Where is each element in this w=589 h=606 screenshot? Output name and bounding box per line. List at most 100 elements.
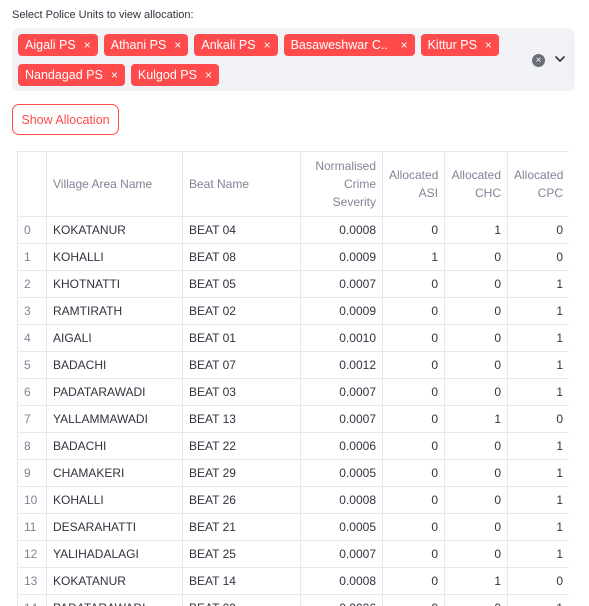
crime-severity-header[interactable]: Normalised Crime Severity bbox=[300, 151, 383, 217]
chc-cell: 0 bbox=[444, 324, 508, 352]
table-row[interactable]: 5 BADACHI BEAT 07 0.0012 0 0 1 bbox=[17, 351, 569, 379]
beat-name-cell: BEAT 07 bbox=[182, 351, 301, 379]
show-allocation-button[interactable]: Show Allocation bbox=[12, 104, 119, 135]
chc-cell: 0 bbox=[444, 243, 508, 271]
crime-severity-cell: 0.0007 bbox=[300, 378, 383, 406]
tag-label: Basaweshwar C... bbox=[290, 38, 387, 52]
village-area-cell: KOHALLI bbox=[46, 243, 183, 271]
tag-nandagad-ps[interactable]: Nandagad PS × bbox=[18, 64, 125, 86]
beat-name-cell: BEAT 05 bbox=[182, 270, 301, 298]
remove-tag-icon[interactable]: × bbox=[205, 69, 212, 81]
table-row[interactable]: 11 DESARAHATTI BEAT 21 0.0005 0 0 1 bbox=[17, 513, 569, 541]
remove-tag-icon[interactable]: × bbox=[111, 69, 118, 81]
remove-tag-icon[interactable]: × bbox=[174, 39, 181, 51]
beat-name-cell: BEAT 13 bbox=[182, 405, 301, 433]
asi-cell: 0 bbox=[382, 486, 445, 514]
clear-all-icon[interactable]: × bbox=[532, 54, 545, 67]
remove-tag-icon[interactable]: × bbox=[401, 39, 408, 51]
cpc-cell: 1 bbox=[507, 297, 569, 325]
chc-cell: 0 bbox=[444, 594, 508, 606]
table-row[interactable]: 14PADATARAWADIBEAT 090.0006001 bbox=[17, 594, 569, 606]
table-row[interactable]: 8 BADACHI BEAT 22 0.0006 0 0 1 bbox=[17, 432, 569, 460]
allocated-chc-header[interactable]: Allocated CHC bbox=[444, 151, 508, 217]
row-index: 12 bbox=[17, 540, 47, 568]
table-row[interactable]: 0 KOKATANUR BEAT 04 0.0008 0 1 0 bbox=[17, 216, 569, 244]
row-index: 11 bbox=[17, 513, 47, 541]
tag-label: Kittur PS bbox=[427, 38, 477, 52]
police-unit-multiselect[interactable]: Aigali PS × Athani PS × Ankali PS × Basawes… bbox=[12, 28, 575, 91]
chc-cell: 1 bbox=[444, 216, 508, 244]
chc-cell: 0 bbox=[444, 351, 508, 379]
village-area-cell: KOHALLI bbox=[46, 486, 183, 514]
cpc-cell: 0 bbox=[507, 405, 569, 433]
tag-label: Kulgod PS bbox=[137, 68, 197, 82]
cpc-cell: 1 bbox=[507, 513, 569, 541]
table-row[interactable]: 9 CHAMAKERI BEAT 29 0.0005 0 0 1 bbox=[17, 459, 569, 487]
tag-athani-ps[interactable]: Athani PS × bbox=[103, 34, 189, 56]
tag-basaweshwar[interactable]: Basaweshwar C... × bbox=[283, 34, 415, 56]
allocation-table-container[interactable]: Village Area Name Beat Name Normalised Cri… bbox=[17, 151, 569, 606]
table-row[interactable]: 10 KOHALLI BEAT 26 0.0008 0 0 1 bbox=[17, 486, 569, 514]
beat-name-cell: BEAT 29 bbox=[182, 459, 301, 487]
asi-cell: 0 bbox=[382, 432, 445, 460]
beat-name-cell: BEAT 14 bbox=[182, 567, 301, 595]
beat-name-cell: BEAT 09 bbox=[182, 594, 301, 606]
tag-kittur-ps[interactable]: Kittur PS × bbox=[420, 34, 499, 56]
table-row[interactable]: 7 YALLAMMAWADI BEAT 13 0.0007 0 1 0 bbox=[17, 405, 569, 433]
row-index: 7 bbox=[17, 405, 47, 433]
chc-cell: 1 bbox=[444, 405, 508, 433]
row-index: 3 bbox=[17, 297, 47, 325]
cpc-cell: 1 bbox=[507, 270, 569, 298]
village-area-name-header[interactable]: Village Area Name bbox=[46, 151, 183, 217]
row-index: 0 bbox=[17, 216, 47, 244]
village-area-cell: CHAMAKERI bbox=[46, 459, 183, 487]
chc-cell: 0 bbox=[444, 270, 508, 298]
chc-cell: 0 bbox=[444, 486, 508, 514]
cpc-cell: 0 bbox=[507, 567, 569, 595]
tag-label: Athani PS bbox=[110, 38, 167, 52]
table-header-row: Village Area Name Beat Name Normalised Cri… bbox=[17, 151, 569, 217]
cpc-cell: 0 bbox=[507, 243, 569, 271]
chevron-down-icon[interactable] bbox=[553, 52, 567, 66]
village-area-cell: KHOTNATTI bbox=[46, 270, 183, 298]
asi-cell: 0 bbox=[382, 270, 445, 298]
crime-severity-cell: 0.0006 bbox=[300, 432, 383, 460]
selected-tags: Aigali PS × Athani PS × Ankali PS × Basawes… bbox=[18, 34, 518, 86]
allocated-asi-header[interactable]: Allocated ASI bbox=[382, 151, 445, 217]
index-header[interactable] bbox=[17, 151, 47, 217]
remove-tag-icon[interactable]: × bbox=[84, 39, 91, 51]
crime-severity-cell: 0.0008 bbox=[300, 216, 383, 244]
remove-tag-icon[interactable]: × bbox=[485, 39, 492, 51]
table-row[interactable]: 1 KOHALLI BEAT 08 0.0009 1 0 0 bbox=[17, 243, 569, 271]
cpc-cell: 1 bbox=[507, 324, 569, 352]
village-area-cell: DESARAHATTI bbox=[46, 513, 183, 541]
tag-kulgod-ps[interactable]: Kulgod PS × bbox=[130, 64, 219, 86]
table-row[interactable]: 6 PADATARAWADI BEAT 03 0.0007 0 0 1 bbox=[17, 378, 569, 406]
tag-aigali-ps[interactable]: Aigali PS × bbox=[18, 34, 98, 56]
allocated-cpc-header[interactable]: Allocated CPC bbox=[507, 151, 569, 217]
beat-name-header[interactable]: Beat Name bbox=[182, 151, 301, 217]
crime-severity-cell: 0.0010 bbox=[300, 324, 383, 352]
tag-label: Aigali PS bbox=[25, 38, 76, 52]
crime-severity-cell: 0.0005 bbox=[300, 459, 383, 487]
village-area-cell: KOKATANUR bbox=[46, 216, 183, 244]
asi-cell: 0 bbox=[382, 459, 445, 487]
table-row[interactable]: 2 KHOTNATTI BEAT 05 0.0007 0 0 1 bbox=[17, 270, 569, 298]
chc-cell: 0 bbox=[444, 540, 508, 568]
table-row[interactable]: 13 KOKATANUR BEAT 14 0.0008 0 1 0 bbox=[17, 567, 569, 595]
remove-tag-icon[interactable]: × bbox=[264, 39, 271, 51]
row-index: 2 bbox=[17, 270, 47, 298]
cpc-cell: 1 bbox=[507, 459, 569, 487]
beat-name-cell: BEAT 21 bbox=[182, 513, 301, 541]
beat-name-cell: BEAT 02 bbox=[182, 297, 301, 325]
asi-cell: 0 bbox=[382, 297, 445, 325]
table-row[interactable]: 4 AIGALI BEAT 01 0.0010 0 0 1 bbox=[17, 324, 569, 352]
cpc-cell: 1 bbox=[507, 486, 569, 514]
table-row[interactable]: 3 RAMTIRATH BEAT 02 0.0009 0 0 1 bbox=[17, 297, 569, 325]
asi-cell: 0 bbox=[382, 594, 445, 606]
table-body: 0 KOKATANUR BEAT 04 0.0008 0 1 0 1 KOHALLI BEAT 0… bbox=[17, 216, 569, 606]
village-area-cell: KOKATANUR bbox=[46, 567, 183, 595]
crime-severity-cell: 0.0007 bbox=[300, 270, 383, 298]
tag-ankali-ps[interactable]: Ankali PS × bbox=[194, 34, 278, 56]
table-row[interactable]: 12 YALIHADALAGI BEAT 25 0.0007 0 0 1 bbox=[17, 540, 569, 568]
